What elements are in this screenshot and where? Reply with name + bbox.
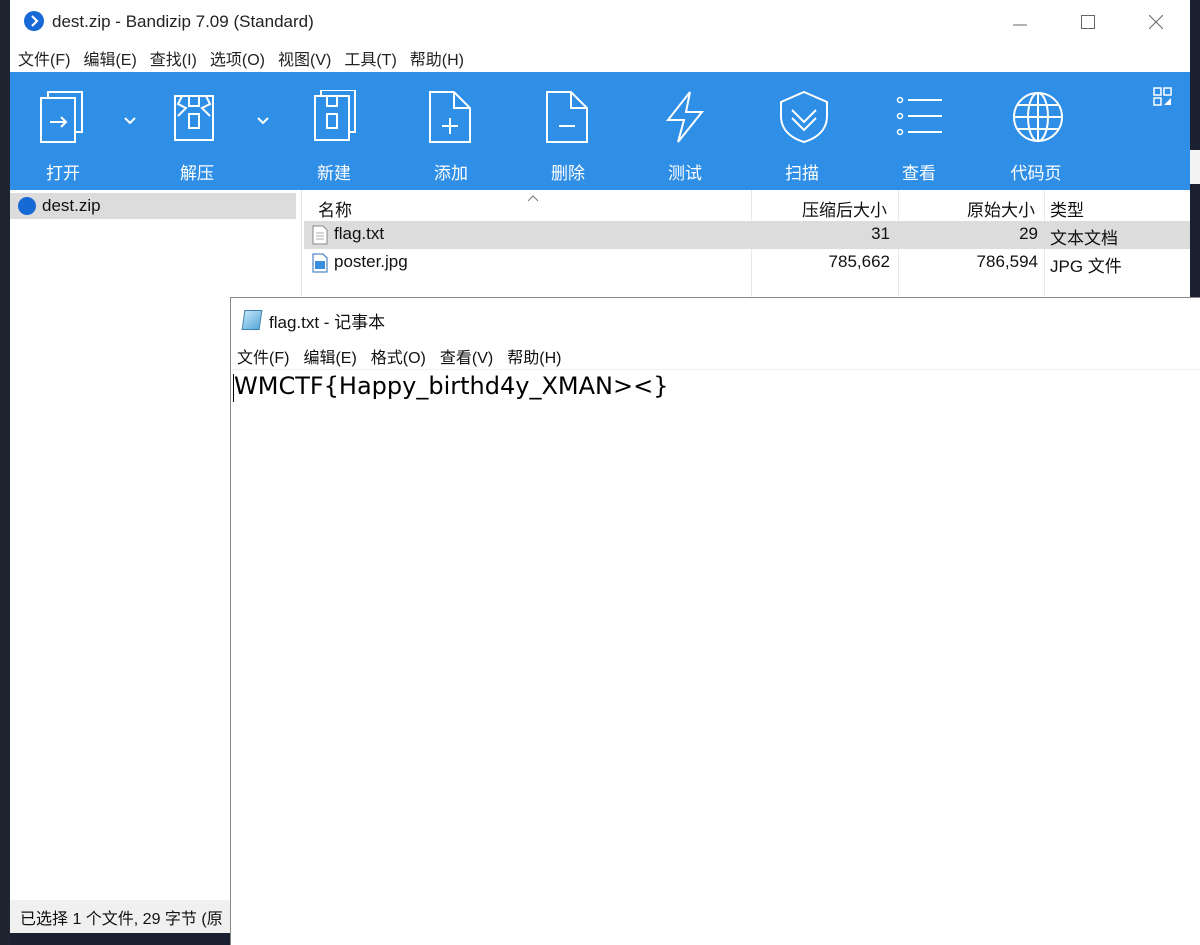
compressed-size: 785,662 [828,252,890,271]
file-type: 文本文档 [1050,229,1118,248]
original-size: 786,594 [976,252,1038,271]
column-header-original[interactable]: 原始大小 [967,194,1035,222]
file-list: 名称 压缩后大小 原始大小 类型 flag.txt 31 29 文本文档 pos… [302,190,1190,300]
menu-options[interactable]: 选项(O) [210,46,265,70]
delete-button[interactable]: 删除 [518,72,618,190]
menu-find[interactable]: 查找(I) [150,46,197,70]
np-menu-help[interactable]: 帮助(H) [507,344,561,368]
view-label: 查看 [902,164,936,183]
scan-button[interactable]: 扫描 [752,72,852,190]
background-window-edge [1190,150,1200,184]
delete-file-icon [546,91,588,143]
open-button[interactable]: 打开 [13,72,113,190]
globe-icon [1013,92,1063,142]
compressed-size: 31 [871,224,890,243]
sort-ascending-icon [527,195,539,202]
column-header-type[interactable]: 类型 [1050,194,1084,222]
menu-view[interactable]: 视图(V) [278,46,331,70]
zip-archive-icon [18,197,36,215]
np-menu-file[interactable]: 文件(F) [237,344,289,368]
notepad-menubar: 文件(F) 编辑(E) 格式(O) 查看(V) 帮助(H) [231,342,1200,370]
add-label: 添加 [434,164,468,183]
open-dropdown-chevron-icon[interactable] [120,110,140,130]
notepad-title-bar[interactable]: flag.txt - 记事本 [231,298,1200,342]
text-file-icon [312,225,328,245]
column-header-name[interactable]: 名称 [318,194,352,222]
delete-label: 删除 [551,164,585,183]
extract-label: 解压 [180,164,214,183]
layout-grid-icon[interactable] [1152,86,1174,108]
table-row[interactable]: poster.jpg 785,662 786,594 JPG 文件 [304,249,1190,277]
notepad-title: flag.txt - 记事本 [269,312,386,332]
file-name: poster.jpg [334,252,408,271]
add-button[interactable]: 添加 [401,72,501,190]
menu-edit[interactable]: 编辑(E) [83,46,136,70]
tree-item-label: dest.zip [42,196,101,215]
lightning-icon [665,91,705,143]
np-menu-edit[interactable]: 编辑(E) [303,344,356,368]
table-row[interactable]: flag.txt 31 29 文本文档 [304,221,1190,249]
codepage-label: 代码页 [1010,164,1062,183]
np-menu-format[interactable]: 格式(O) [371,344,426,368]
column-header-compressed[interactable]: 压缩后大小 [802,194,887,222]
menu-file[interactable]: 文件(F) [18,46,70,70]
notepad-icon [241,310,263,330]
extract-icon [174,95,214,141]
scan-label: 扫描 [785,164,819,183]
list-view-icon [896,96,942,136]
codepage-button[interactable]: 代码页 [986,72,1086,190]
notepad-text-area[interactable]: WMCTF{Happy_birthd4y_XMAN><} [234,372,668,400]
file-name: flag.txt [334,224,385,243]
minimize-button[interactable] [986,0,1054,44]
add-file-icon [429,91,471,143]
window-title: dest.zip - Bandizip 7.09 (Standard) [52,12,314,31]
shield-icon [780,90,828,144]
new-archive-button[interactable]: 新建 [284,72,384,190]
original-size: 29 [1019,224,1038,243]
image-file-icon [312,253,328,273]
extract-dropdown-chevron-icon[interactable] [253,110,273,130]
test-label: 测试 [668,164,702,183]
minimize-icon [1013,24,1027,26]
view-button[interactable]: 查看 [869,72,969,190]
notepad-window: flag.txt - 记事本 文件(F) 编辑(E) 格式(O) 查看(V) 帮… [230,297,1200,945]
extract-button[interactable]: 解压 [147,72,247,190]
close-icon [1149,15,1163,29]
maximize-button[interactable] [1054,0,1122,44]
open-label: 打开 [46,164,80,183]
main-toolbar: 打开 解压 新建 添加 删除 测试 扫描 查看 代码页 [10,72,1190,190]
menu-help[interactable]: 帮助(H) [410,46,464,70]
menu-tools[interactable]: 工具(T) [344,46,396,70]
test-button[interactable]: 测试 [635,72,735,190]
tree-item-dest-zip[interactable]: dest.zip [10,193,296,219]
bandizip-menubar: 文件(F) 编辑(E) 查找(I) 选项(O) 视图(V) 工具(T) 帮助(H… [10,44,1190,72]
bandizip-logo-icon [24,11,44,31]
close-button[interactable] [1122,0,1190,44]
file-type: JPG 文件 [1050,257,1122,276]
np-menu-view[interactable]: 查看(V) [440,344,493,368]
open-icon [40,91,83,143]
new-label: 新建 [317,164,351,183]
bandizip-title-bar[interactable]: dest.zip - Bandizip 7.09 (Standard) [10,0,1190,44]
new-archive-icon [314,90,356,141]
maximize-icon [1081,15,1095,29]
